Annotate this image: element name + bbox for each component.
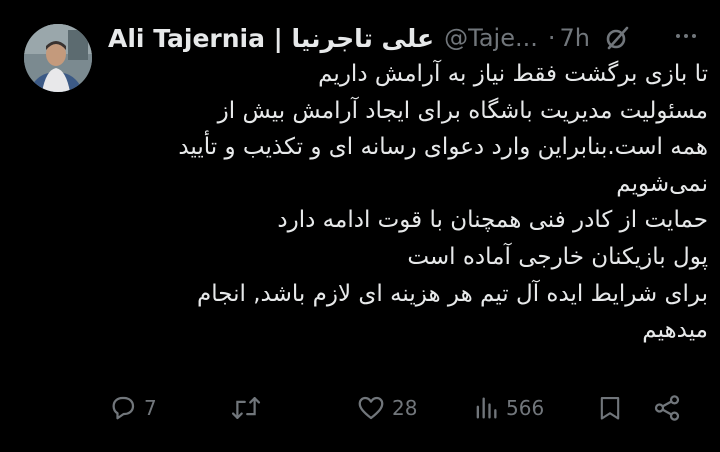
bookmark-button[interactable]: [596, 388, 624, 428]
author-name[interactable]: Ali Tajernia | علی تاجرنیا: [108, 24, 434, 53]
reply-icon: [108, 393, 138, 423]
views-icon: [472, 393, 500, 423]
bookmark-icon: [596, 393, 624, 423]
retweet-button[interactable]: [230, 388, 268, 428]
tweet-line: همه است.بنابراین وارد دعوای رسانه ای و ت…: [178, 134, 708, 161]
like-count: 28: [392, 396, 418, 420]
like-button[interactable]: 28: [356, 388, 417, 428]
tweet[interactable]: Ali Tajernia | علی تاجرنیا @Taje... · 7h…: [0, 0, 720, 452]
reply-button[interactable]: 7: [108, 388, 157, 428]
tweet-line: برای شرایط ایده آل تیم هر هزینه ای لازم …: [197, 280, 708, 307]
tweet-header: Ali Tajernia | علی تاجرنیا @Taje... · 7h: [108, 20, 698, 56]
tweet-line: مسئولیت مدیریت باشگاه برای ایجاد آرامش ب…: [217, 97, 708, 124]
share-icon: [652, 393, 682, 423]
tweet-line: پول بازیکنان خارجی آماده است: [407, 243, 708, 270]
action-bar: 7 28 566: [108, 388, 688, 428]
heart-icon: [356, 393, 386, 423]
views-button[interactable]: 566: [472, 388, 544, 428]
share-button[interactable]: [652, 388, 682, 428]
separator-dot: ·: [547, 24, 556, 52]
retweet-icon: [230, 393, 262, 423]
tweet-time[interactable]: 7h: [560, 24, 590, 52]
views-count: 566: [506, 396, 545, 420]
author-handle[interactable]: @Taje...: [444, 24, 538, 52]
tweet-line: نمی‌شویم: [616, 170, 708, 197]
tweet-line: میدهیم: [642, 317, 708, 344]
tweet-line: تا بازی برگشت فقط نیاز به آرامش داریم: [318, 61, 708, 87]
avatar[interactable]: [24, 24, 92, 92]
reply-count: 7: [144, 396, 157, 420]
grok-icon[interactable]: [604, 25, 630, 51]
tweet-text: تا بازی برگشت فقط نیاز به آرامش داریم مس…: [108, 56, 708, 349]
tweet-line: حمایت از کادر فنی همچنان با قوت ادامه دا…: [277, 207, 708, 234]
more-icon[interactable]: [674, 24, 698, 48]
